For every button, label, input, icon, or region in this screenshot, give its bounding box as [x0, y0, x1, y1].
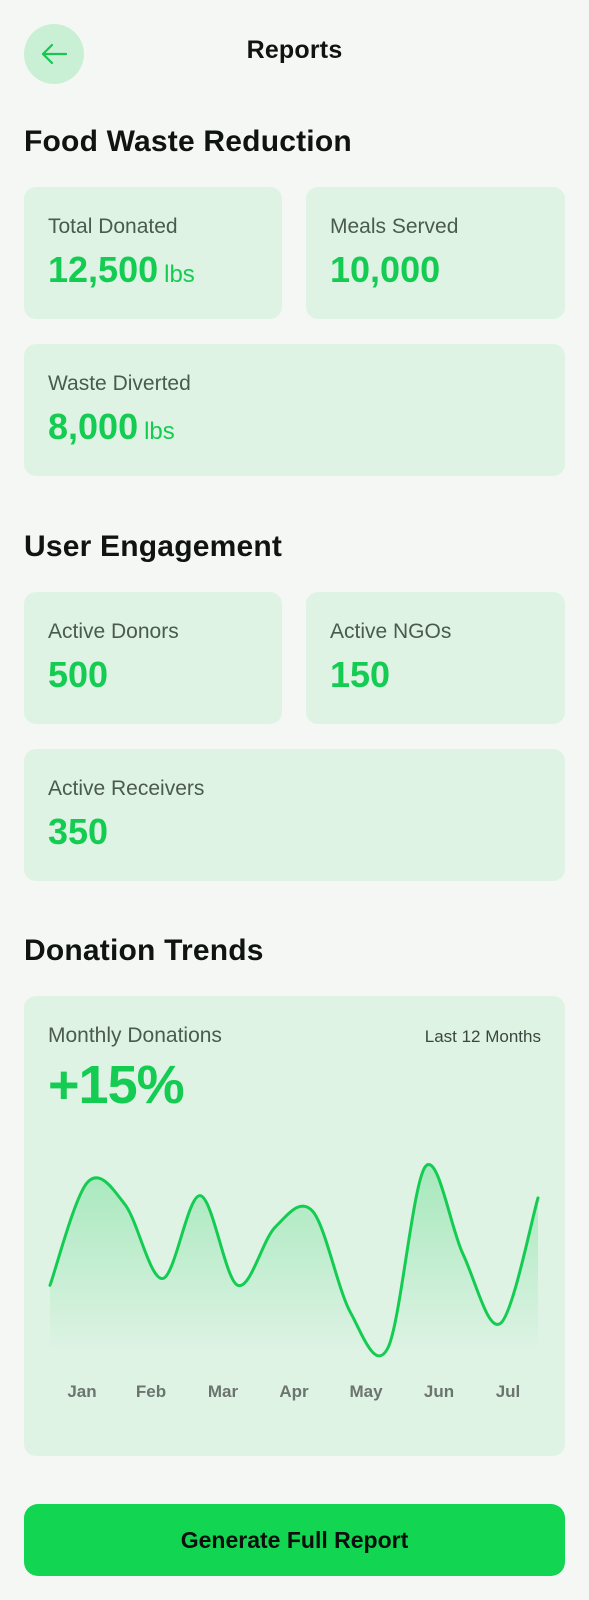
stat-card-waste-diverted: Waste Diverted 8,000 lbs	[24, 344, 565, 476]
section-title-user-engagement: User Engagement	[24, 530, 283, 563]
x-tick-label: Jul	[496, 1382, 521, 1401]
page-title: Reports	[246, 36, 343, 64]
x-tick-label: Apr	[279, 1382, 309, 1401]
stat-value: 10,000	[330, 249, 441, 290]
stat-value: 500	[48, 654, 109, 695]
generate-full-report-button[interactable]: Generate Full Report	[24, 1504, 565, 1576]
stat-value: 150	[330, 654, 391, 695]
stat-label: Active Receivers	[48, 777, 205, 800]
stat-value: 350	[48, 811, 109, 852]
stat-label: Meals Served	[330, 215, 459, 238]
section-title-food-waste: Food Waste Reduction	[24, 125, 352, 158]
x-tick-label: May	[349, 1382, 383, 1401]
donation-trends-card: Monthly Donations Last 12 Months +15% Ja…	[24, 996, 565, 1456]
stat-label: Active Donors	[48, 620, 179, 643]
stat-label: Active NGOs	[330, 620, 452, 643]
stat-label: Waste Diverted	[48, 372, 191, 395]
x-tick-label: Jun	[424, 1382, 454, 1401]
stat-card-active-ngos: Active NGOs 150	[306, 592, 565, 724]
donation-trends-chart: Jan Feb Mar Apr May Jun Jul	[48, 1162, 540, 1401]
stat-value: 12,500 lbs	[48, 249, 195, 291]
stat-card-active-receivers: Active Receivers 350	[24, 749, 565, 881]
stat-unit: lbs	[144, 418, 175, 445]
x-tick-label: Mar	[208, 1382, 239, 1401]
stat-value: 8,000 lbs	[48, 406, 175, 448]
stat-unit: lbs	[164, 261, 195, 288]
stat-number: 12,500	[48, 249, 159, 290]
stat-number: 8,000	[48, 406, 139, 447]
stat-card-total-donated: Total Donated 12,500 lbs	[24, 187, 282, 319]
stat-label: Total Donated	[48, 215, 178, 238]
section-title-donation-trends: Donation Trends	[24, 934, 264, 967]
header: Reports	[0, 0, 589, 110]
x-tick-label: Jan	[67, 1382, 96, 1401]
stat-card-active-donors: Active Donors 500	[24, 592, 282, 724]
stat-card-meals-served: Meals Served 10,000	[306, 187, 565, 319]
x-tick-label: Feb	[136, 1382, 166, 1401]
